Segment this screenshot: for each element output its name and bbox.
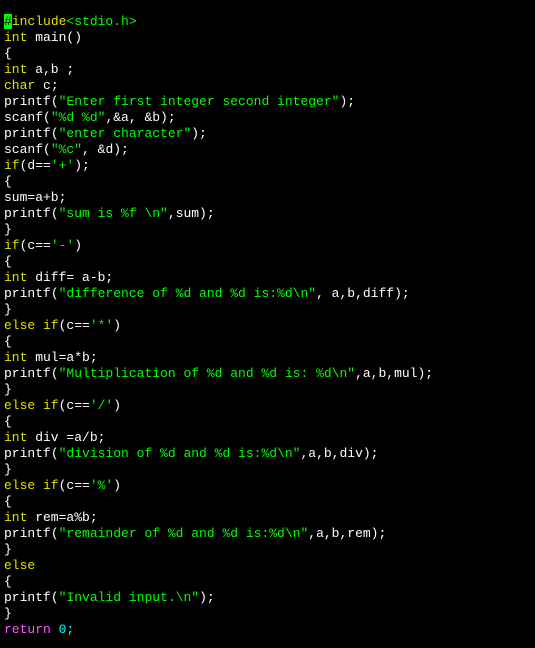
keyword-int: int [4,30,27,45]
decl: div =a/b; [27,430,105,445]
fn-printf: printf [4,94,51,109]
fn-printf: printf [4,366,51,381]
keyword-if: if [4,158,20,173]
brace: { [4,174,12,189]
titlebar [0,0,535,12]
string-literal: "%d %d" [51,110,106,125]
brace: { [4,574,12,589]
string-literal: "remainder of %d and %d is:%d\n" [59,526,309,541]
keyword-elseif: else if [4,318,59,333]
keyword-include: include [12,14,67,29]
args: , a,b,diff); [316,286,410,301]
string-literal: "Multiplication of %d and %d is: %d\n" [59,366,355,381]
brace: } [4,382,12,397]
paren-close: ); [199,590,215,605]
paren: ( [51,94,59,109]
paren: ( [51,206,59,221]
string-literal: "Invalid input.\n" [59,590,199,605]
brace: } [4,222,12,237]
brace: { [4,254,12,269]
args: ,a,b,div); [300,446,378,461]
scan-args: , &d); [82,142,129,157]
cond-close: ) [113,318,121,333]
char-literal: '/' [90,398,113,413]
string-literal: "difference of %d and %d is:%d\n" [59,286,316,301]
keyword-if: if [4,238,20,253]
cond-close: ) [113,398,121,413]
keyword-int: int [4,350,27,365]
keyword-else: else [4,558,35,573]
fn-printf: printf [4,590,51,605]
paren: ( [43,110,51,125]
decl-ab: a,b ; [27,62,74,77]
paren: ( [51,366,59,381]
brace: } [4,302,12,317]
keyword-elseif: else if [4,478,59,493]
brace: } [4,462,12,477]
brace: { [4,334,12,349]
keyword-elseif: else if [4,398,59,413]
return-val: 0; [51,622,74,637]
code-editor[interactable]: #include<stdio.h> int main() { int a,b ;… [0,12,535,640]
decl: mul=a*b; [27,350,97,365]
fn-printf: printf [4,126,51,141]
paren-close: ); [339,94,355,109]
cond: (c== [59,398,90,413]
paren: ( [51,526,59,541]
args: ,a,b,mul); [355,366,433,381]
char-literal: '+' [51,158,74,173]
cond: (d== [20,158,51,173]
char-literal: '*' [90,318,113,333]
paren: ( [43,142,51,157]
keyword-int: int [4,270,27,285]
string-literal: "division of %d and %d is:%d\n" [59,446,301,461]
string-literal: "%c" [51,142,82,157]
args: ,sum); [168,206,215,221]
brace: { [4,494,12,509]
keyword-return: return [4,622,51,637]
cursor: # [4,14,12,29]
decl-c: c; [35,78,58,93]
brace: } [4,606,12,621]
cond: (c== [59,478,90,493]
fn-printf: printf [4,446,51,461]
paren-close: ); [191,126,207,141]
fn-printf: printf [4,286,51,301]
cond: (c== [20,238,51,253]
decl: diff= a-b; [27,270,113,285]
keyword-int: int [4,510,27,525]
string-literal: "Enter first integer second integer" [59,94,340,109]
cond: (c== [59,318,90,333]
cond-close: ) [74,238,82,253]
cond-close: ) [113,478,121,493]
fn-scanf: scanf [4,142,43,157]
paren: ( [51,286,59,301]
brace: { [4,414,12,429]
brace: } [4,542,12,557]
fn-printf: printf [4,526,51,541]
string-literal: "enter character" [59,126,192,141]
char-literal: '-' [51,238,74,253]
char-literal: '%' [90,478,113,493]
string-literal: "sum is %f \n" [59,206,168,221]
paren: ( [51,446,59,461]
decl: rem=a%b; [27,510,97,525]
keyword-int: int [4,430,27,445]
header-name: <stdio.h> [66,14,136,29]
main-sig: main() [27,30,82,45]
keyword-char: char [4,78,35,93]
cond-close: ); [74,158,90,173]
keyword-int: int [4,62,27,77]
fn-scanf: scanf [4,110,43,125]
brace: { [4,46,12,61]
paren: ( [51,590,59,605]
stmt: sum=a+b; [4,190,66,205]
fn-printf: printf [4,206,51,221]
scan-args: ,&a, &b); [105,110,175,125]
args: ,a,b,rem); [308,526,386,541]
paren: ( [51,126,59,141]
